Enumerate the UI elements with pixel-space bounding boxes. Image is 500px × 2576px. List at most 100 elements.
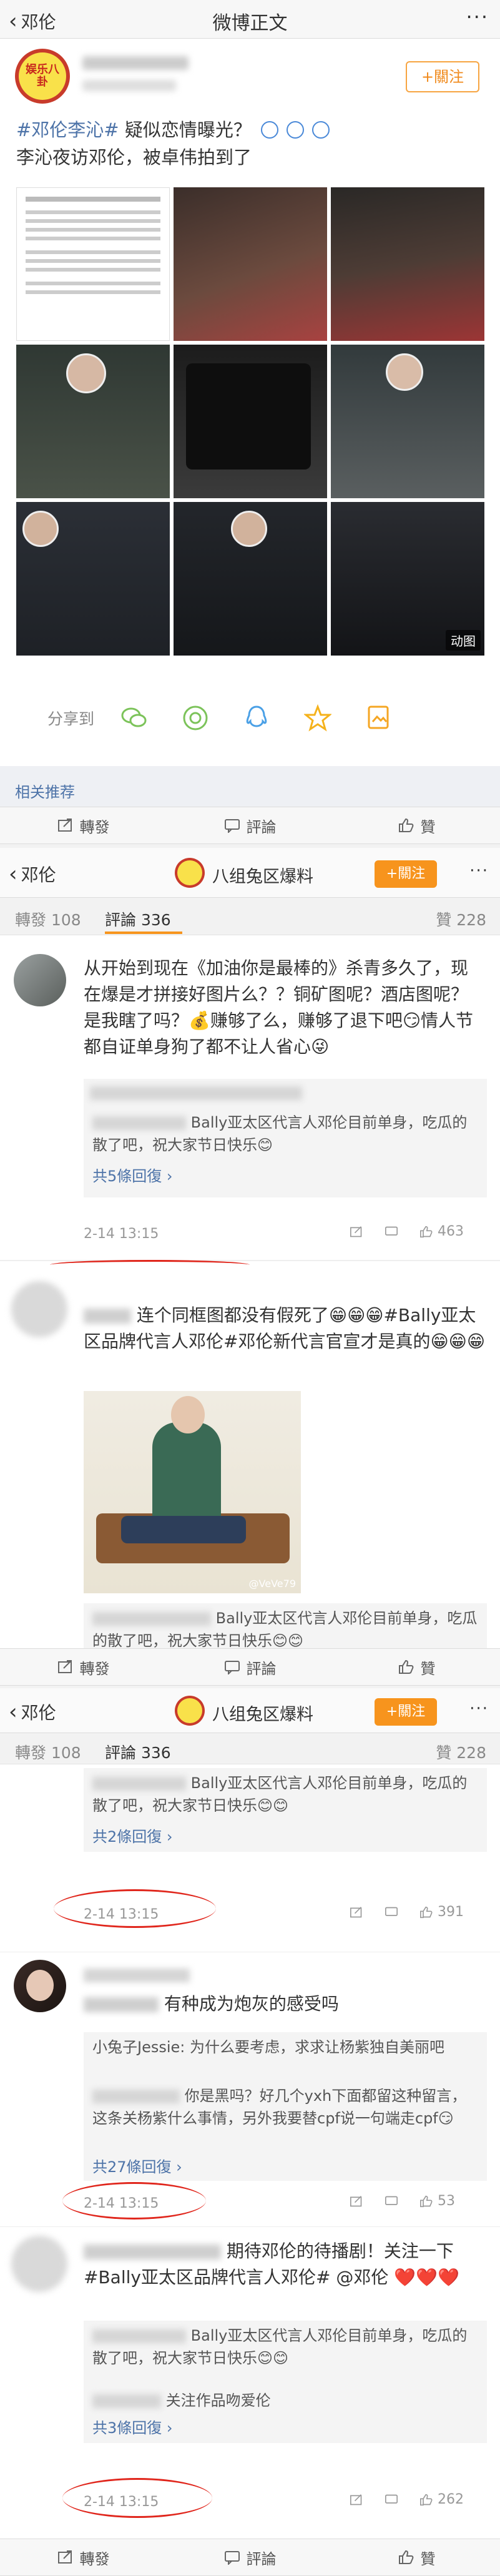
more-button[interactable]: ··· xyxy=(469,1699,489,1718)
comment-icon[interactable] xyxy=(385,2494,398,2506)
repost-button[interactable]: 轉發 xyxy=(0,2539,167,2575)
comment-icon xyxy=(224,819,240,833)
account-name[interactable]: 八组兔区爆料 xyxy=(212,1701,313,1725)
repost-icon xyxy=(57,819,72,832)
share-label: 分享到 xyxy=(47,710,95,728)
surprise-emoji-icon xyxy=(261,121,279,139)
like-button[interactable]: 贊 xyxy=(333,807,500,843)
reply-box[interactable]: Bally亚太区代言人邓伦目前单身，吃瓜的散了吧，祝大家节日快乐😊😊 关注作品吻… xyxy=(84,2321,487,2443)
comment-icon[interactable] xyxy=(385,2195,398,2208)
moments-icon[interactable] xyxy=(179,702,212,734)
face-inset xyxy=(66,353,106,393)
like-button[interactable]: 贊 xyxy=(333,1649,500,1685)
comment-actions: 262 xyxy=(350,2492,464,2507)
surprise-emoji-icon xyxy=(312,121,330,139)
account-name[interactable]: 八组兔区爆料 xyxy=(212,863,313,887)
like-button[interactable]: 391 xyxy=(419,1904,464,1920)
action-toolbar: 轉發 評論 贊 xyxy=(0,1648,500,1686)
reply-count-link[interactable]: 共2條回復 › xyxy=(92,1826,173,1848)
tab-like[interactable]: 贊 228 xyxy=(436,908,486,930)
commenter-avatar[interactable] xyxy=(11,1281,67,1337)
action-toolbar: 轉發 評論 贊 xyxy=(0,2539,500,2576)
like-button[interactable]: 53 xyxy=(419,2193,455,2209)
repost-icon[interactable] xyxy=(350,2494,363,2506)
reply-box[interactable]: Bally亚太区代言人邓伦目前单身，吃瓜的散了吧，祝大家节日快乐😊 共5條回復 … xyxy=(84,1079,487,1197)
follow-button[interactable]: +關注 xyxy=(375,860,437,888)
back-button[interactable]: ‹ 邓伦 xyxy=(9,1699,56,1724)
wechat-icon[interactable] xyxy=(118,702,150,734)
follow-button[interactable]: +關注 xyxy=(375,1698,437,1726)
photo-5-car[interactable] xyxy=(174,345,327,498)
reply-count-link[interactable]: 共27條回復 › xyxy=(92,2156,182,2178)
like-button[interactable]: 262 xyxy=(419,2492,464,2507)
like-button[interactable]: 贊 xyxy=(333,2539,500,2575)
comment-button[interactable]: 評論 xyxy=(167,2539,333,2575)
comment-button[interactable]: 評論 xyxy=(167,807,333,843)
repost-button[interactable]: 轉發 xyxy=(0,807,167,843)
comment-image[interactable]: @VeVe79 xyxy=(84,1391,301,1593)
reply-box[interactable]: Bally亚太区代言人邓伦目前单身，吃瓜的散了吧，祝大家节日快乐😊😊 共2條回復… xyxy=(84,1768,487,1852)
photo-9-gif[interactable]: 动图 xyxy=(331,502,484,656)
related-label[interactable]: 相关推荐 xyxy=(15,780,75,802)
account-nav-bar: ‹ 邓伦 八组兔区爆料 +關注 ··· xyxy=(0,1688,500,1733)
more-button[interactable]: ··· xyxy=(466,5,489,29)
chevron-left-icon: ‹ xyxy=(9,862,17,887)
repost-icon[interactable] xyxy=(350,2195,363,2208)
photo-2-crowd[interactable] xyxy=(174,187,327,341)
comment-text: 期待邓伦的待播剧！关注一下#Bally亚太区品牌代言人邓伦# @邓伦 ❤️❤️❤… xyxy=(84,2241,459,2288)
comment-icon[interactable] xyxy=(385,1906,398,1919)
page-title: 微博正文 xyxy=(212,12,288,34)
red-circle-mark xyxy=(62,2478,212,2518)
comment-text: 连个同框图都没有假死了😁😁😁#Bally亚太区品牌代言人邓伦#邓伦新代言官宣才是… xyxy=(84,1305,486,1352)
surprise-emoji-icon xyxy=(287,121,305,139)
comment-card: 期待邓伦的待播剧！关注一下#Bally亚太区品牌代言人邓伦# @邓伦 ❤️❤️❤… xyxy=(0,2226,500,2539)
reply-text: 小兔子Jessie: 为什么要考虑，求求让杨紫独自美丽吧 xyxy=(92,2038,444,2056)
photo-8-night[interactable] xyxy=(174,502,327,656)
account-avatar[interactable] xyxy=(175,858,205,888)
action-toolbar: 轉發 評論 贊 xyxy=(0,807,500,844)
commenter-avatar[interactable] xyxy=(14,954,66,1006)
photo-3-flowers[interactable] xyxy=(331,187,484,341)
reply-box[interactable]: Bally亚太区代言人邓伦目前单身，吃瓜的散了吧，祝大家节日快乐😊😊 xyxy=(84,1603,487,1649)
follow-button[interactable]: +關注 xyxy=(406,61,479,92)
red-circle-mark xyxy=(54,1889,216,1928)
comment-button[interactable]: 評論 xyxy=(167,1649,333,1685)
comment-icon[interactable] xyxy=(385,1226,398,1238)
reply-count-link[interactable]: 共3條回復 › xyxy=(92,2417,173,2439)
related-strip: 相关推荐 xyxy=(0,766,500,810)
photo-6-walking[interactable] xyxy=(331,345,484,498)
tab-comment[interactable]: 評論 336 xyxy=(105,908,171,930)
account-avatar[interactable] xyxy=(175,1696,205,1726)
tab-comment[interactable]: 評論 336 xyxy=(105,1741,171,1763)
photo-4-night[interactable] xyxy=(16,345,170,498)
tab-repost[interactable]: 轉發 108 xyxy=(15,908,81,930)
photo-7-night[interactable] xyxy=(16,502,170,656)
repost-icon[interactable] xyxy=(350,1226,363,1238)
photo-1-article[interactable] xyxy=(16,187,170,341)
thumbs-up-icon xyxy=(398,818,413,832)
repost-icon[interactable] xyxy=(350,1906,363,1919)
tab-like[interactable]: 贊 228 xyxy=(436,1741,486,1763)
post-text: #邓伦李沁# 疑似恋情曝光？ 李沁夜访邓伦，被卓伟拍到了 xyxy=(16,116,491,171)
post-hashtag[interactable]: #邓伦李沁# xyxy=(16,119,119,140)
reply-box[interactable]: 小兔子Jessie: 为什么要考虑，求求让杨紫独自美丽吧 你是黑吗？好几个yxh… xyxy=(84,2032,487,2181)
commenter-avatar[interactable] xyxy=(14,1960,66,2012)
tab-repost[interactable]: 轉發 108 xyxy=(15,1741,81,1763)
gif-badge: 动图 xyxy=(446,630,481,651)
like-button[interactable]: 463 xyxy=(419,1224,464,1239)
comment-card: 从开始到现在《加油你是最棒的》杀青多久了，现在爆是才拼接好图片么？？铜矿图呢？酒… xyxy=(0,935,500,1260)
author-name-redacted xyxy=(82,56,189,70)
post-time-redacted xyxy=(82,80,176,91)
qzone-star-icon[interactable] xyxy=(301,702,334,734)
qq-icon[interactable] xyxy=(240,702,273,734)
author-avatar[interactable]: 娱乐八卦 xyxy=(15,49,70,104)
back-button[interactable]: ‹ 邓伦 xyxy=(9,862,56,887)
more-button[interactable]: ··· xyxy=(469,862,489,880)
save-image-icon[interactable] xyxy=(363,702,395,734)
image-watermark: @VeVe79 xyxy=(248,1578,296,1590)
reply-text: 关注作品吻爱伦 xyxy=(165,2392,271,2409)
commenter-avatar[interactable] xyxy=(11,2236,67,2292)
repost-button[interactable]: 轉發 xyxy=(0,1649,167,1685)
tab-indicator xyxy=(105,932,182,934)
reply-count-link[interactable]: 共5條回復 › xyxy=(92,1165,173,1187)
